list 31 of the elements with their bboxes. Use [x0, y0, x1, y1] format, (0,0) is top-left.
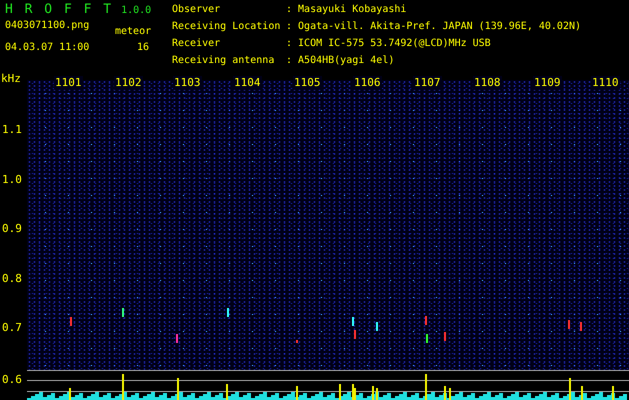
x-axis-tick-label: 1105 — [293, 76, 322, 90]
y-axis-tick-label: 0.7 — [2, 321, 22, 335]
info-value: : Ogata-vill. Akita-Pref. JAPAN (139.96E, 40.02N) — [286, 21, 582, 34]
x-axis-tick-label: 1102 — [114, 76, 142, 90]
y-axis-tick-label: 0.6 — [2, 373, 22, 387]
x-axis-tick-label: 1107 — [413, 76, 442, 90]
info-value: : ICOM IC-575 53.7492(@LCD)MHz USB — [286, 38, 492, 51]
meteor-label: meteor — [115, 25, 152, 37]
axis-unit: kHz — [1, 72, 21, 86]
x-axis-tick-label: 1101 — [54, 76, 82, 90]
date-time: 04.03.07 11:00 — [5, 42, 90, 53]
file-name: 0403071100.png — [5, 20, 90, 33]
meteor-count: 16 — [136, 42, 150, 53]
x-axis-tick-label: 1110 — [591, 76, 620, 90]
info-label: Receiving antenna — [172, 55, 276, 68]
x-axis-tick-label: 1103 — [173, 76, 202, 90]
x-axis-tick-label: 1108 — [473, 76, 502, 90]
info-label: Receiving Location — [172, 21, 282, 34]
info-value: : A504HB(yagi 4el) — [286, 55, 396, 68]
info-value: : Masayuki Kobayashi — [286, 4, 408, 17]
info-label: Observer — [172, 4, 222, 17]
y-axis-tick-label: 0.8 — [2, 272, 22, 286]
x-axis-tick-label: 1104 — [233, 76, 262, 90]
x-axis-tick-label: 1109 — [533, 76, 562, 90]
x-axis-tick-label: 1106 — [353, 76, 382, 90]
info-label: Receiver — [172, 38, 222, 51]
y-axis-tick-label: 0.9 — [2, 222, 22, 236]
app-version: 1.0.0 — [121, 5, 152, 16]
y-axis-tick-label: 1.1 — [2, 123, 22, 137]
y-axis-tick-label: 1.0 — [2, 173, 22, 187]
app-name: H R O F F T — [5, 2, 114, 17]
